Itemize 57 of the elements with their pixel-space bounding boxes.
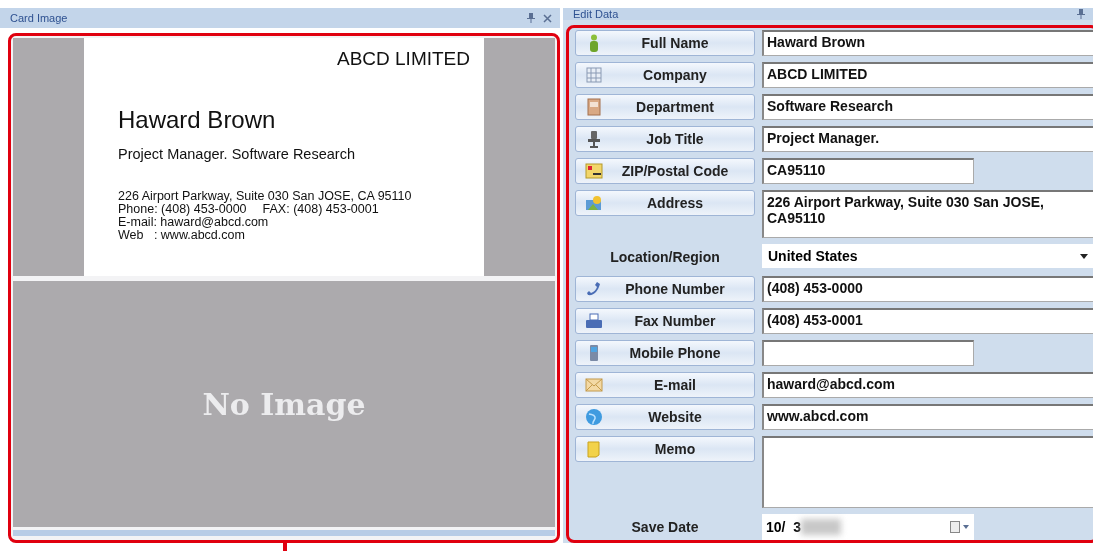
field-label: Location/Region [609, 248, 721, 267]
pin-icon[interactable] [1077, 9, 1085, 19]
card-contact-text: Phone: (408) 453-0000 [118, 203, 247, 216]
field-label-button[interactable]: Address [575, 190, 755, 216]
field-label-button[interactable]: Company [575, 62, 755, 88]
close-icon[interactable] [543, 13, 552, 23]
text-field[interactable]: (408) 453-0001 [762, 308, 1093, 334]
card-contact-text: FAX: (408) 453-0001 [262, 203, 379, 216]
date-picker[interactable]: 10/ 3 [762, 514, 974, 540]
card-company: ABCD LIMITED [336, 48, 470, 70]
text-field[interactable]: haward@abcd.com [762, 372, 1093, 398]
field-label-button[interactable]: E-mail [575, 372, 755, 398]
map-icon [585, 195, 603, 211]
region-dropdown[interactable]: United States [762, 244, 1093, 268]
zip-code-icon [585, 163, 603, 179]
text-field[interactable]: (408) 453-0000 [762, 276, 1093, 302]
field-label-button[interactable]: Phone Number [575, 276, 755, 302]
door-icon [587, 98, 601, 116]
field-label: Save Date [630, 518, 700, 537]
text-area[interactable]: 226 Airport Parkway, Suite 030 San JOSE, CA95110 [762, 190, 1093, 238]
text-field[interactable]: Haward Brown [762, 30, 1093, 56]
card-position: Project Manager. Software Research [118, 146, 356, 162]
phone-icon [585, 280, 603, 298]
field-label-button[interactable]: ZIP/Postal Code [575, 158, 755, 184]
fax-icon [585, 313, 603, 329]
envelope-icon [585, 378, 603, 392]
field-label-button[interactable]: Full Name [575, 30, 755, 56]
card-contact-text: Web : www.abcd.com [118, 229, 245, 242]
field-label-button[interactable]: Memo [575, 436, 755, 462]
card-contact-text: 226 Airport Parkway, Suite 030 San JOSE, CA 95110 [118, 190, 412, 203]
field-label-button[interactable]: Department [575, 94, 755, 120]
mobile-phone-icon [589, 344, 599, 362]
text-field[interactable]: www.abcd.com [762, 404, 1093, 430]
person-icon [588, 34, 600, 52]
card-name: Haward Brown [118, 106, 277, 134]
field-label-button[interactable]: Fax Number [575, 308, 755, 334]
blurred-area [801, 519, 842, 535]
text-field[interactable] [762, 340, 974, 366]
card-contact-text: E-mail: haward@abcd.com [118, 216, 269, 229]
panel-title: Card Image [10, 12, 69, 24]
dropdown-arrow-icon [1080, 253, 1088, 259]
field-label-button[interactable]: Mobile Phone [575, 340, 755, 366]
chair-icon [587, 130, 601, 148]
text-field[interactable]: Project Manager. [762, 126, 1093, 152]
field-label-button[interactable]: Website [575, 404, 755, 430]
memo-field[interactable] [762, 436, 1093, 508]
no-image-text: No Image [202, 386, 366, 422]
pin-icon[interactable] [527, 13, 535, 23]
panel-title: Edit Data [573, 8, 620, 20]
globe-icon [585, 408, 603, 426]
field-label-button[interactable]: Job Title [575, 126, 755, 152]
text-field[interactable]: Software Research [762, 94, 1093, 120]
calendar-dropdown-icon [950, 521, 970, 533]
text-field[interactable]: CA95110 [762, 158, 974, 184]
note-icon [586, 440, 602, 458]
text-field[interactable]: ABCD LIMITED [762, 62, 1093, 88]
building-icon [586, 67, 602, 83]
